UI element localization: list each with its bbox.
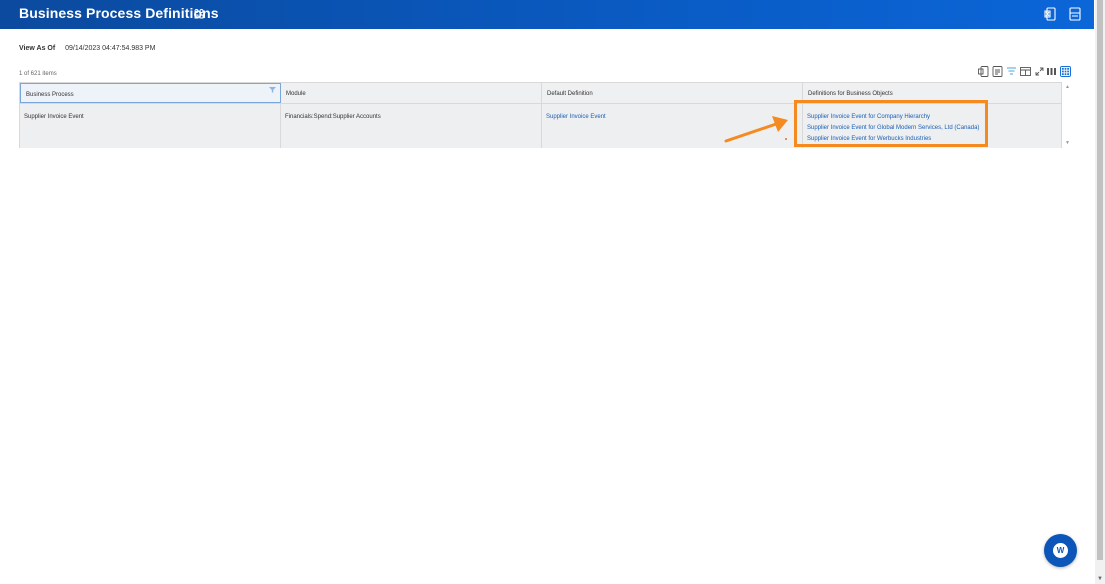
items-count: 1 of 621 items bbox=[19, 71, 57, 77]
column-header-label: Default Definition bbox=[547, 91, 593, 97]
column-header-default-definition[interactable]: Default Definition bbox=[542, 83, 803, 103]
list-view-icon[interactable] bbox=[1046, 66, 1057, 77]
column-header-business-process[interactable]: Business Process bbox=[20, 83, 281, 103]
annotation-arrow-icon bbox=[724, 112, 794, 149]
table-header-row: Business Process Module Default Definiti… bbox=[20, 83, 1061, 104]
view-column-icon[interactable] bbox=[1020, 66, 1031, 77]
grid-view-icon[interactable] bbox=[1060, 66, 1071, 77]
export-pdf-icon[interactable] bbox=[992, 66, 1003, 77]
table-scrollbar[interactable]: ▲ ▼ bbox=[1064, 82, 1072, 148]
table-row: Supplier Invoice Event Financials:Spend:… bbox=[20, 104, 1061, 148]
definition-link[interactable]: Supplier Invoice Event for Company Hiera… bbox=[807, 112, 1061, 123]
column-filter-icon[interactable] bbox=[269, 87, 276, 95]
scroll-down-icon[interactable]: ▼ bbox=[1065, 140, 1070, 146]
scroll-down-icon[interactable]: ▼ bbox=[1097, 576, 1103, 582]
cell-business-process: Supplier Invoice Event bbox=[20, 104, 281, 148]
view-as-of-value: 09/14/2023 04:47:54.983 PM bbox=[65, 45, 156, 52]
annotation-dot bbox=[785, 138, 787, 140]
filter-icon[interactable] bbox=[1006, 66, 1017, 77]
column-header-definitions-for-business-objects[interactable]: Definitions for Business Objects bbox=[803, 83, 1061, 103]
workday-assistant-button[interactable]: W bbox=[1044, 534, 1077, 567]
column-header-label: Business Process bbox=[26, 92, 74, 98]
business-process-table: Business Process Module Default Definiti… bbox=[19, 82, 1062, 148]
export-excel-icon[interactable] bbox=[1044, 7, 1056, 21]
scroll-up-icon[interactable]: ▲ bbox=[1065, 84, 1070, 90]
column-header-label: Module bbox=[286, 91, 306, 97]
export-pdf-icon[interactable] bbox=[1069, 7, 1081, 21]
scrollbar-thumb[interactable] bbox=[1097, 0, 1103, 560]
column-header-label: Definitions for Business Objects bbox=[808, 91, 893, 97]
view-as-of-label: View As Of bbox=[19, 45, 56, 52]
cell-definitions-for-business-objects: Supplier Invoice Event for Company Hiera… bbox=[803, 104, 1061, 148]
related-actions-icon[interactable] bbox=[194, 8, 204, 20]
page-scrollbar[interactable]: ▼ bbox=[1095, 0, 1105, 584]
view-as-of: View As Of 09/14/2023 04:47:54.983 PM bbox=[19, 45, 155, 52]
export-excel-icon[interactable] bbox=[978, 66, 989, 77]
page-title: Business Process Definitions bbox=[19, 5, 219, 21]
cell-module: Financials:Spend:Supplier Accounts bbox=[281, 104, 542, 148]
definition-link[interactable]: Supplier Invoice Event for Werbucks Indu… bbox=[807, 134, 1061, 145]
fullscreen-icon[interactable] bbox=[1034, 66, 1045, 77]
workday-assistant-icon: W bbox=[1053, 543, 1068, 558]
column-header-module[interactable]: Module bbox=[281, 83, 542, 103]
definition-link[interactable]: Supplier Invoice Event for Global Modern… bbox=[807, 123, 1061, 134]
page-header: Business Process Definitions bbox=[0, 0, 1094, 29]
